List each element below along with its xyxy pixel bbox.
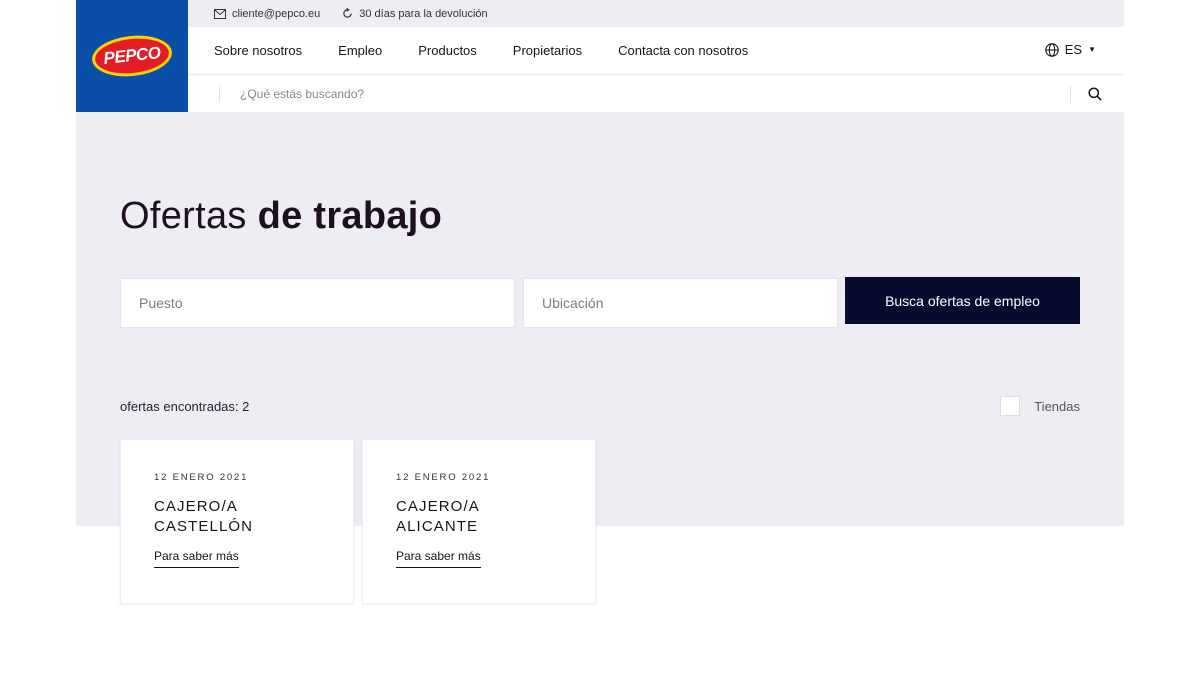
nav-item-contacta[interactable]: Contacta con nosotros [618,43,748,58]
logo-block[interactable]: PEPCO [76,0,188,112]
email-text: cliente@pepco.eu [232,7,321,20]
mail-icon [214,8,226,19]
divider [1070,86,1071,102]
top-info-bar: cliente@pepco.eu 30 días para la devoluc… [188,0,1124,27]
position-field [120,278,515,328]
page-title-bold: de trabajo [257,195,443,237]
page-title: Ofertas de trabajo [120,195,442,238]
email-link[interactable]: cliente@pepco.eu [214,8,320,20]
location-input[interactable] [524,279,837,327]
job-card[interactable]: 12 ENERO 2021 CAJERO/A ALICANTE Para sab… [362,439,596,604]
language-selector[interactable]: ES ▼ [1044,42,1096,57]
job-title: CAJERO/A ALICANTE [396,498,479,535]
search-button[interactable] [1088,87,1102,106]
search-jobs-button[interactable]: Busca ofertas de empleo [845,277,1080,324]
returns-info[interactable]: 30 días para la devolución [342,7,488,20]
logo: PEPCO [90,31,174,81]
position-input[interactable] [121,279,514,327]
site-search-bar [188,76,1124,112]
search-icon [1088,87,1102,101]
caret-down-icon: ▼ [1088,45,1096,54]
job-more-link[interactable]: Para saber más [396,549,481,568]
site-search-input[interactable] [240,84,1040,104]
language-code: ES [1064,42,1083,57]
nav-item-empleo[interactable]: Empleo [338,43,382,58]
nav-item-productos[interactable]: Productos [418,43,477,58]
returns-text: 30 días para la devolución [359,7,488,20]
nav-item-sobre-nosotros[interactable]: Sobre nosotros [214,43,302,58]
page: PEPCO cliente@pepco.eu 30 días para la d… [0,0,1200,675]
job-title: CAJERO/A CASTELLÓN [154,498,254,535]
stores-checkbox[interactable] [1000,396,1021,416]
stores-filter[interactable]: Tiendas [1000,396,1080,416]
divider [219,86,220,102]
results-count: ofertas encontradas: 2 [120,399,250,414]
refresh-icon [343,8,352,18]
job-card[interactable]: 12 ENERO 2021 CAJERO/A CASTELLÓN Para sa… [120,439,354,604]
stores-label: Tiendas [1034,398,1080,414]
globe-icon [1044,42,1059,57]
main-nav: Sobre nosotros Empleo Productos Propieta… [188,27,1124,75]
job-date: 12 ENERO 2021 [396,472,491,483]
logo-text: PEPCO [102,43,162,68]
job-more-link[interactable]: Para saber más [154,549,239,568]
page-title-light: Ofertas [120,195,258,237]
job-date: 12 ENERO 2021 [154,472,249,483]
nav-item-propietarios[interactable]: Propietarios [513,43,582,58]
location-field [523,278,838,328]
